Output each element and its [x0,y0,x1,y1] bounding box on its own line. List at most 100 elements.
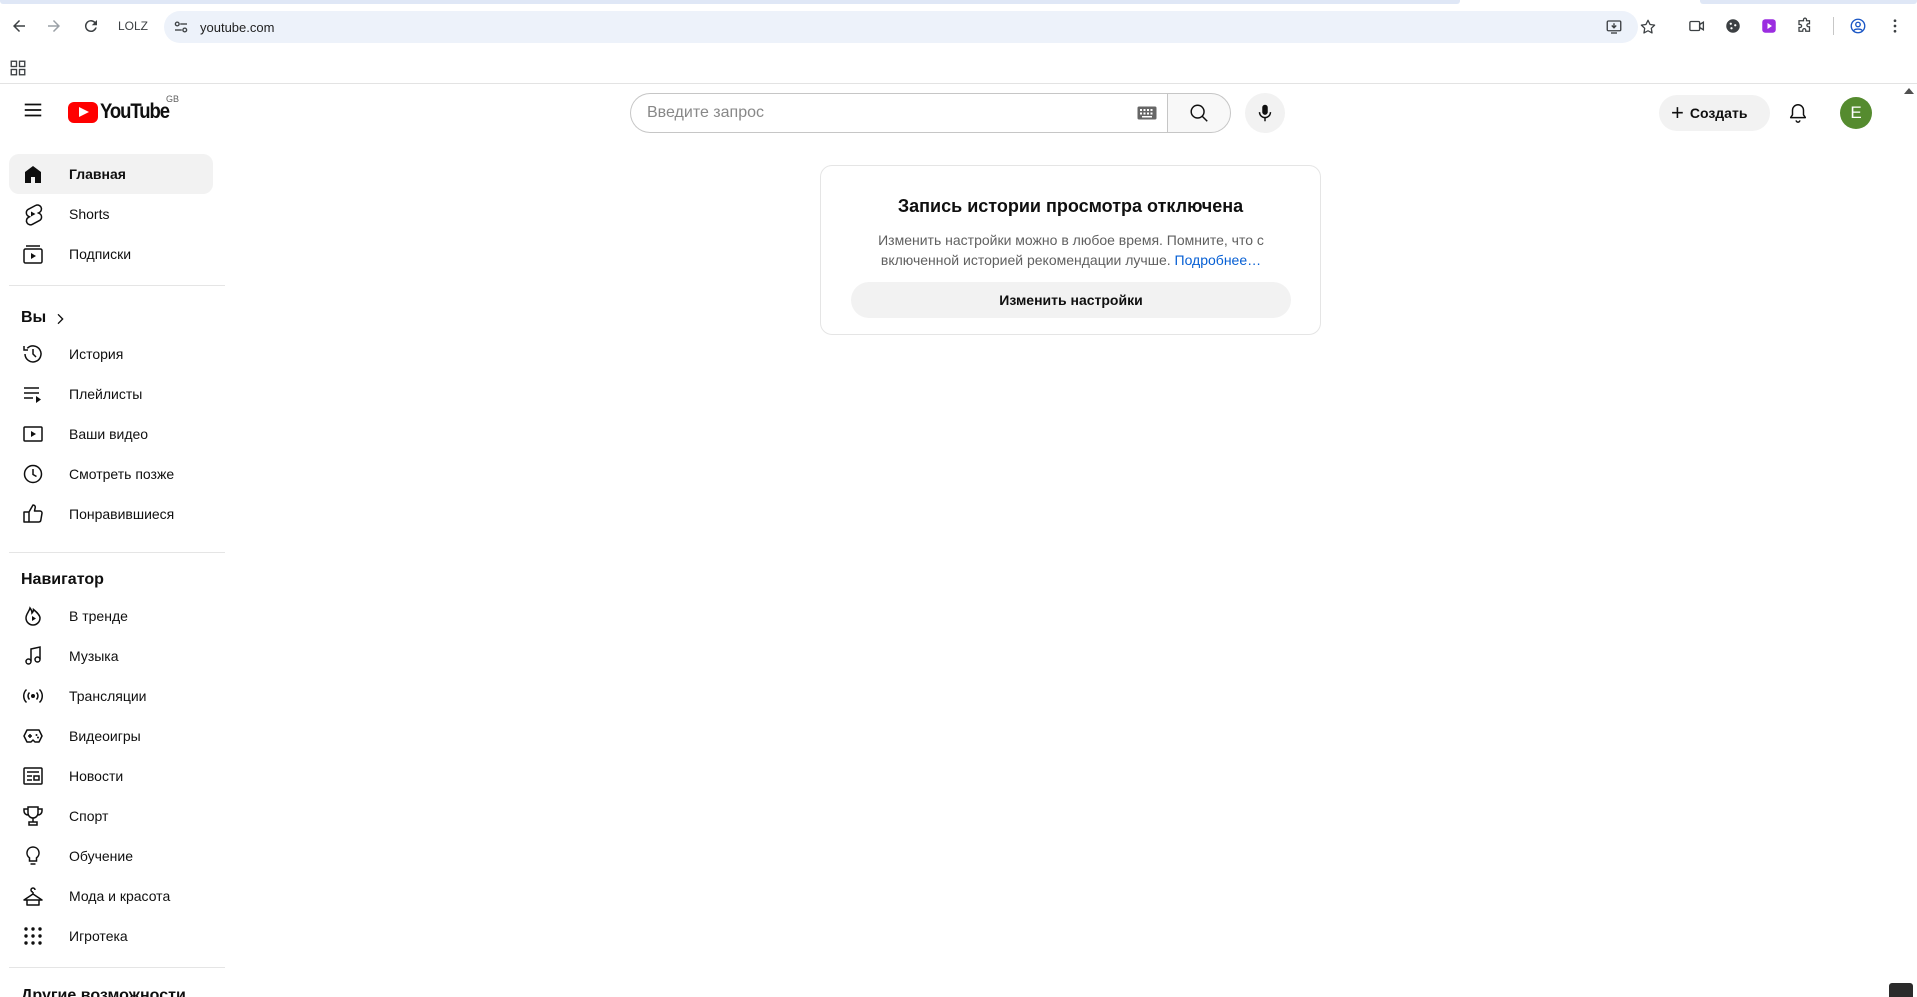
extensions-button[interactable] [1793,14,1817,38]
sidebar-divider [9,285,225,286]
cookie-extension-button[interactable] [1721,14,1745,38]
sidebar-item-watch-later[interactable]: Смотреть позже [9,454,213,494]
sidebar-item-learning[interactable]: Обучение [9,836,213,876]
sidebar-item-label: Игротека [69,928,128,944]
back-button[interactable] [5,12,33,40]
playlists-icon [24,387,41,403]
sidebar-item-fashion[interactable]: Мода и красота [9,876,213,916]
user-avatar[interactable]: E [1840,97,1872,129]
inactive-tab-indicator [1700,0,1917,4]
sidebar-item-label: История [69,346,124,362]
purple-extension-button[interactable] [1757,14,1781,38]
sidebar-item-live[interactable]: Трансляции [9,676,213,716]
sidebar-item-your-videos[interactable]: Ваши видео [9,414,213,454]
arrow-right-icon [48,20,60,32]
notifications-button[interactable] [1780,95,1816,131]
sidebar-item-label: В тренде [69,608,128,624]
sidebar-item-label: Трансляции [69,688,147,704]
url-text[interactable]: youtube.com [200,20,274,35]
sidebar-item-history[interactable]: История [9,334,213,374]
sidebar-item-label: Новости [69,768,124,784]
home-icon [25,166,41,183]
sidebar-divider [9,552,225,553]
sidebar-item-label: Shorts [69,206,110,222]
country-code: GB [166,94,180,104]
search-button[interactable] [1167,93,1231,133]
create-button[interactable]: + Создать [1659,95,1770,131]
video-camera-icon [1689,20,1705,32]
bookmark-star-icon[interactable] [1639,18,1657,36]
apps-grid-icon[interactable] [9,59,27,77]
section-title-you[interactable]: Вы [21,309,46,327]
change-settings-button[interactable]: Изменить настройки [851,282,1291,318]
search-input[interactable] [647,94,1117,132]
scrollbar-up-arrow[interactable] [1904,88,1914,94]
sidebar-item-shorts[interactable]: Shorts [9,194,213,234]
cookie-icon [1726,19,1740,33]
sidebar-item-home[interactable]: Главная [9,154,213,194]
sidebar-item-news[interactable]: Новости [9,756,213,796]
youtube-logo[interactable]: YouTube GB [68,94,179,124]
learn-more-link[interactable]: Подробнее… [1175,252,1262,268]
profile-button[interactable] [1846,14,1870,38]
reload-button[interactable] [77,12,105,40]
install-app-icon[interactable] [1605,18,1623,36]
guide-menu-button[interactable] [17,94,49,126]
live-icon [22,688,44,704]
sidebar-item-liked[interactable]: Понравившиеся [9,494,213,534]
profile-label[interactable]: LOLZ [118,19,148,33]
corner-widget[interactable] [1889,983,1913,997]
hamburger-icon [24,103,42,117]
account-circle-icon [1850,18,1866,34]
forward-button[interactable] [40,12,68,40]
youtube-wordmark: YouTube [100,100,170,123]
sidebar-item-music[interactable]: Музыка [9,636,213,676]
youtube-masthead: YouTube GB + Создать E [0,85,1917,141]
hanger-icon [23,887,43,906]
site-settings-icon[interactable] [172,18,190,36]
address-bar[interactable]: youtube.com [164,11,1656,43]
history-paused-card: Запись истории просмотра отключена Измен… [820,165,1321,335]
browser-toolbar: LOLZ youtube.com [0,0,1917,54]
playables-icon [24,927,42,945]
reload-icon [84,20,97,33]
toolbar-separator [1833,17,1834,35]
sidebar-item-label: Музыка [69,648,119,664]
section-title-navigator: Навигатор [21,571,104,588]
guide-sidebar: Главная Shorts Подписки Вы История Плейл… [0,141,230,997]
sidebar-item-label: Понравившиеся [69,506,175,522]
shorts-icon [25,204,43,226]
subscriptions-icon [23,245,43,264]
camera-extension-button[interactable] [1685,14,1709,38]
trending-icon [25,606,41,626]
sidebar-item-trending[interactable]: В тренде [9,596,213,636]
youtube-play-logo-icon [68,101,98,123]
sidebar-item-playables[interactable]: Игротека [9,916,213,956]
search-box[interactable] [630,93,1168,133]
sidebar-item-playlists[interactable]: Плейлисты [9,374,213,414]
keyboard-icon[interactable] [1137,106,1157,120]
purple-play-extension-icon [1762,19,1776,33]
history-card-body: Изменить настройки можно в любое время. … [861,230,1281,270]
sidebar-item-label: Плейлисты [69,386,143,402]
sidebar-divider [9,967,225,968]
plus-icon: + [1671,100,1684,125]
browser-menu-button[interactable] [1883,14,1907,38]
sidebar-item-subscriptions[interactable]: Подписки [9,234,213,274]
chevron-right-icon[interactable] [52,311,68,327]
create-button-label: Создать [1689,105,1748,121]
trophy-icon [23,806,43,826]
sidebar-item-label: Главная [69,166,126,182]
tab-strip [0,0,1917,4]
active-tab-indicator [0,0,1460,4]
music-icon [25,646,41,665]
history-card-title: Запись истории просмотра отключена [897,196,1244,216]
arrow-left-icon [13,20,25,32]
sidebar-item-label: Обучение [69,848,134,864]
sidebar-item-gaming[interactable]: Видеоигры [9,716,213,756]
bell-icon [1789,104,1807,123]
voice-search-button[interactable] [1245,93,1285,133]
sidebar-item-sports[interactable]: Спорт [9,796,213,836]
search-icon [1190,104,1208,122]
bookmarks-bar [0,54,1917,84]
